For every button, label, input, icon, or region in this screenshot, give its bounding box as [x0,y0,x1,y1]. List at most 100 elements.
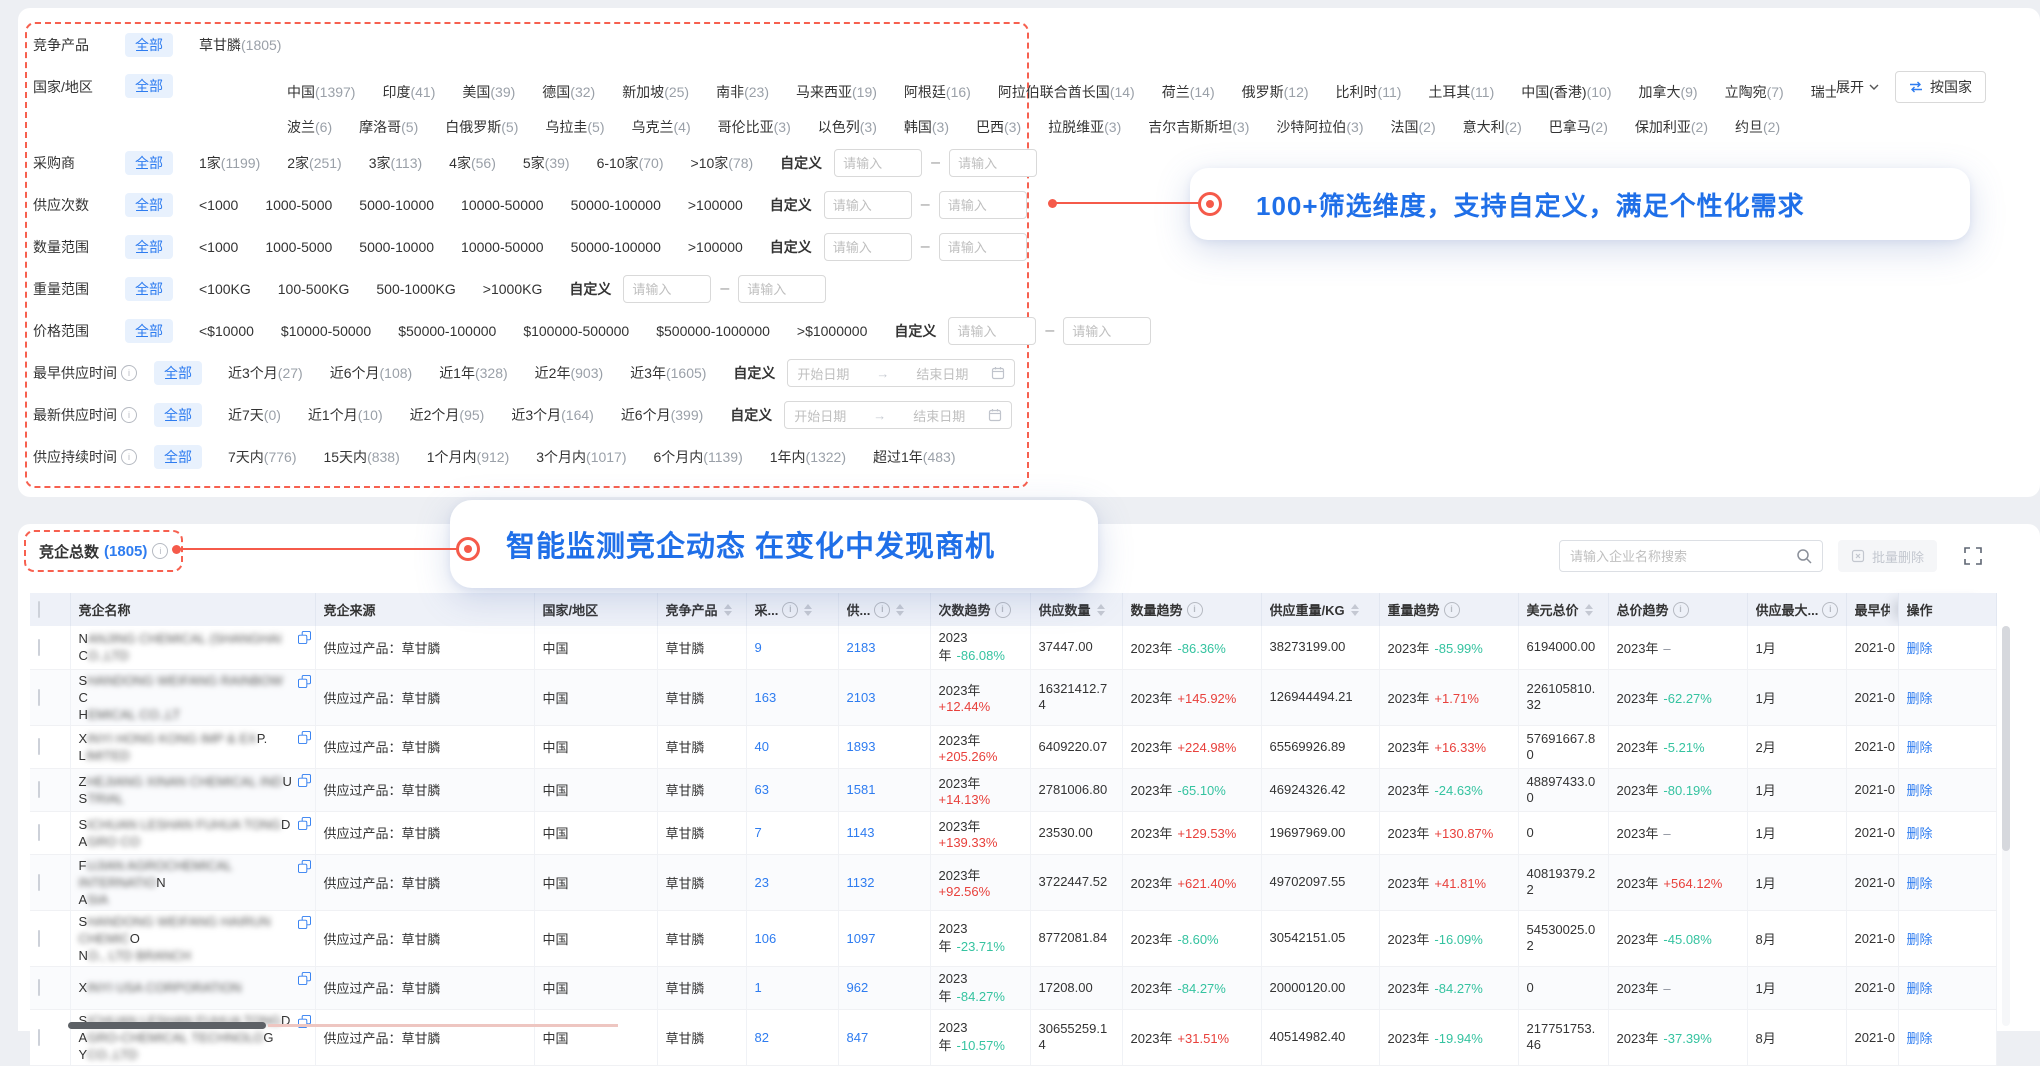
filter-option[interactable]: 6-10家(70) [597,153,664,173]
filter-option[interactable]: 摩洛哥(5) [359,117,418,137]
filter-option[interactable]: $10000-50000 [281,323,371,339]
filter-option[interactable]: 乌拉圭(5) [545,117,604,137]
filter-all-chip[interactable]: 全部 [125,319,173,343]
delete-link[interactable]: 删除 [1907,826,1933,841]
filter-option[interactable]: 近3个月(164) [511,405,593,425]
range-input-max[interactable] [949,149,1037,177]
sort-icon[interactable] [896,604,904,616]
filter-option[interactable]: 500-1000KG [376,281,455,297]
custom-option[interactable]: 自定义 [569,279,611,299]
column-header[interactable]: 供...i [838,593,930,626]
filter-option[interactable]: 2家(251) [287,153,341,173]
range-input-min[interactable] [834,149,922,177]
range-input-max[interactable] [1063,317,1151,345]
date-range-input[interactable]: 开始日期→结束日期 [784,401,1012,429]
delete-link[interactable]: 删除 [1907,932,1933,947]
filter-option[interactable]: 阿拉伯联合酋长国(14) [998,82,1135,102]
filter-option[interactable]: 德国(32) [542,82,595,102]
expand-toggle[interactable]: 展开 [1836,77,1879,97]
filter-option[interactable]: 1000-5000 [265,239,332,255]
filter-option[interactable]: >100000 [688,239,743,255]
filter-option[interactable]: 巴拿马(2) [1549,117,1608,137]
info-icon[interactable]: i [1673,602,1689,618]
range-input-max[interactable] [738,275,826,303]
filter-option[interactable]: 沙特阿拉伯(3) [1276,117,1363,137]
filter-option[interactable]: 荷兰(14) [1162,82,1215,102]
filter-option[interactable]: 近6个月(108) [330,363,412,383]
date-range-input[interactable]: 开始日期→结束日期 [787,359,1015,387]
filter-option[interactable]: 草甘膦(1805) [199,35,281,55]
filter-option[interactable]: 白俄罗斯(5) [445,117,518,137]
filter-option[interactable]: 10000-50000 [461,239,544,255]
info-icon[interactable]: i [152,543,168,559]
filter-option[interactable]: 中国(香港)(10) [1521,82,1611,102]
filter-option[interactable]: 立陶宛(7) [1725,82,1784,102]
filter-option[interactable]: 新加坡(25) [622,82,689,102]
delete-link[interactable]: 删除 [1907,783,1933,798]
column-header[interactable]: 重量趋势i [1379,593,1518,626]
filter-option[interactable]: 以色列(3) [818,117,877,137]
delete-link[interactable]: 删除 [1907,876,1933,891]
info-icon[interactable]: i [782,602,798,618]
filter-option[interactable]: 近2年(903) [535,363,603,383]
filter-option[interactable]: 阿根廷(16) [904,82,971,102]
column-header[interactable]: 美元总价 [1518,593,1608,626]
filter-option[interactable]: 超过1年(483) [873,447,955,467]
filter-option[interactable]: 近6个月(399) [621,405,703,425]
column-header[interactable]: 总价趋势i [1608,593,1747,626]
column-header[interactable]: 竞争产品 [657,593,746,626]
filter-option[interactable]: $100000-500000 [523,323,629,339]
horizontal-scrollbar[interactable] [68,1022,266,1029]
filter-option[interactable]: 意大利(2) [1463,117,1522,137]
filter-option[interactable]: 7天内(776) [228,447,296,467]
sort-icon[interactable] [1351,604,1359,616]
row-checkbox[interactable] [38,1029,40,1046]
filter-option[interactable]: 近1个月(10) [308,405,383,425]
filter-option[interactable]: 巴西(3) [976,117,1021,137]
column-header[interactable]: 供应数量 [1030,593,1122,626]
copy-icon[interactable] [298,631,311,648]
select-all-checkbox[interactable] [38,601,40,618]
company-search-input[interactable] [1560,549,1796,564]
filter-all-chip[interactable]: 全部 [125,235,173,259]
custom-option[interactable]: 自定义 [733,363,775,383]
range-input-min[interactable] [948,317,1036,345]
filter-option[interactable]: 拉脱维亚(3) [1048,117,1121,137]
filter-option[interactable]: 5家(39) [523,153,570,173]
filter-option[interactable]: 3家(113) [369,153,422,173]
filter-option[interactable]: 15天内(838) [323,447,399,467]
filter-option[interactable]: 加拿大(9) [1638,82,1697,102]
filter-option[interactable]: 近7天(0) [228,405,281,425]
fullscreen-icon[interactable] [1964,547,1982,565]
sort-icon[interactable] [804,604,812,616]
filter-all-chip[interactable]: 全部 [125,151,173,175]
custom-option[interactable]: 自定义 [780,153,822,173]
filter-all-chip[interactable]: 全部 [154,361,202,385]
custom-option[interactable]: 自定义 [770,195,812,215]
copy-icon[interactable] [298,972,311,989]
copy-icon[interactable] [298,675,311,692]
filter-option[interactable]: <1000 [199,197,238,213]
column-header[interactable]: 竞企名称 [70,593,315,626]
filter-all-chip[interactable]: 全部 [154,445,202,469]
info-icon[interactable]: i [1444,602,1460,618]
range-input-min[interactable] [623,275,711,303]
info-icon[interactable]: i [121,407,137,423]
filter-option[interactable]: 10000-50000 [461,197,544,213]
filter-all-chip[interactable]: 全部 [125,33,173,57]
row-checkbox[interactable] [38,824,40,841]
filter-option[interactable]: 波兰(6) [287,117,332,137]
filter-option[interactable]: 3个月内(1017) [536,447,626,467]
copy-icon[interactable] [298,860,311,877]
info-icon[interactable]: i [121,449,137,465]
filter-option[interactable]: 50000-100000 [571,197,661,213]
filter-option[interactable]: 俄罗斯(12) [1242,82,1309,102]
filter-option[interactable]: 哥伦比亚(3) [718,117,791,137]
filter-option[interactable]: 5000-10000 [359,197,434,213]
row-checkbox[interactable] [38,738,40,755]
filter-option[interactable]: $500000-1000000 [656,323,770,339]
filter-option[interactable]: 1000-5000 [265,197,332,213]
column-header[interactable]: 最早供 [1846,593,1898,626]
sort-icon[interactable] [1097,604,1105,616]
filter-all-chip[interactable]: 全部 [154,403,202,427]
